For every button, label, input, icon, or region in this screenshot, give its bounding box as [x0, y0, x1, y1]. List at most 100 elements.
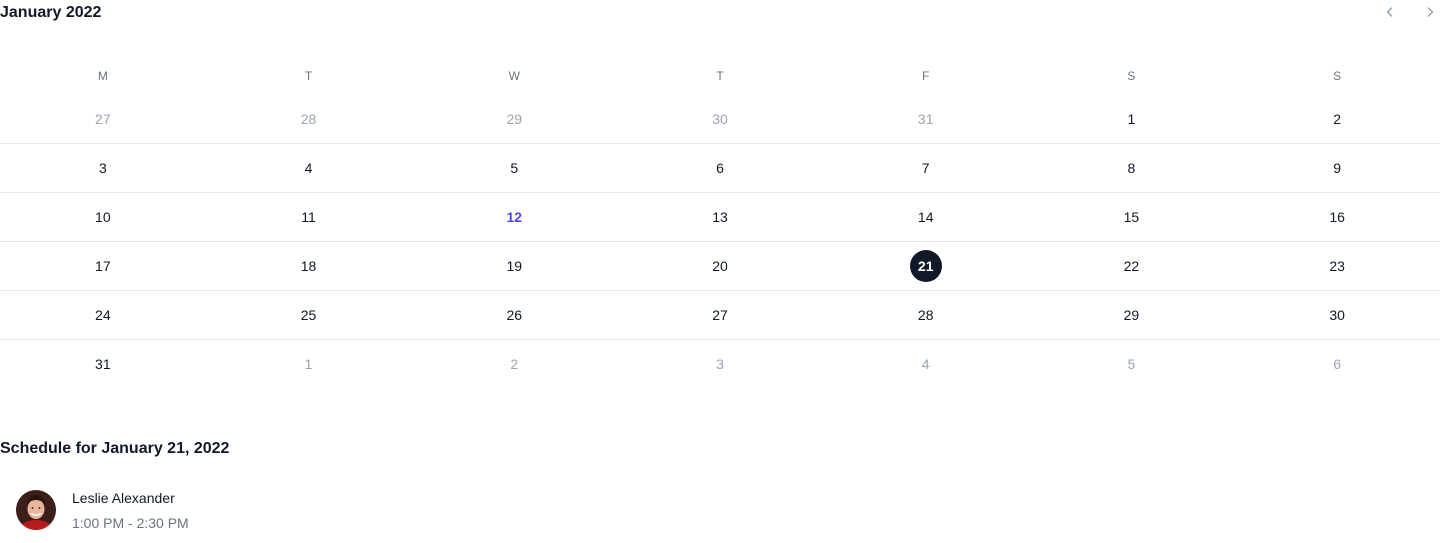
- calendar-day[interactable]: 27: [0, 95, 206, 143]
- day-number: 27: [712, 307, 728, 323]
- calendar-day[interactable]: 14: [823, 193, 1029, 241]
- meeting-time: 1:00 PM - 2:30 PM: [72, 515, 189, 531]
- day-number: 29: [1123, 307, 1140, 323]
- calendar-header: January 2022: [0, 0, 1440, 26]
- chevron-left-icon: [1386, 7, 1393, 17]
- calendar-day[interactable]: 3: [617, 340, 823, 388]
- calendar-day[interactable]: 29: [1029, 291, 1235, 339]
- calendar-day[interactable]: 28: [823, 291, 1029, 339]
- day-number: 11: [301, 209, 316, 225]
- calendar-day[interactable]: 6: [617, 144, 823, 192]
- calendar-day[interactable]: 2: [411, 340, 617, 388]
- day-number: 16: [1329, 209, 1345, 225]
- day-number: 26: [506, 307, 523, 323]
- calendar-day[interactable]: 25: [206, 291, 412, 339]
- weekday-label: W: [508, 69, 520, 83]
- day-number: 25: [300, 307, 317, 323]
- calendar-day[interactable]: 1: [1029, 95, 1235, 143]
- calendar-day[interactable]: 2: [1234, 95, 1440, 143]
- calendar-day[interactable]: 3: [0, 144, 206, 192]
- day-number: 28: [917, 307, 934, 323]
- schedule-title: Schedule for January 21, 2022: [0, 440, 230, 457]
- calendar-week-row: 17 18 19 20 21 22 23: [0, 241, 1440, 290]
- day-number: 30: [1329, 307, 1345, 323]
- calendar-day[interactable]: 4: [823, 340, 1029, 388]
- calendar-day[interactable]: 5: [411, 144, 617, 192]
- day-number: 19: [506, 258, 523, 274]
- weekday-label: T: [716, 69, 724, 83]
- next-month-button[interactable]: [1420, 2, 1440, 22]
- calendar-week-row: 31 1 2 3 4 5 6: [0, 339, 1440, 388]
- calendar-day[interactable]: 15: [1029, 193, 1235, 241]
- calendar-day[interactable]: 10: [0, 193, 206, 241]
- weekday-label: F: [922, 69, 930, 83]
- calendar-day[interactable]: 26: [411, 291, 617, 339]
- day-number: 17: [95, 258, 111, 274]
- calendar-day[interactable]: 23: [1234, 242, 1440, 290]
- calendar-day[interactable]: 1: [206, 340, 412, 388]
- previous-month-button[interactable]: [1380, 2, 1400, 22]
- day-number: 6: [1333, 356, 1342, 372]
- calendar-week-row: 27 28 29 30 31 1 2: [0, 95, 1440, 143]
- day-number: 1: [1127, 111, 1136, 127]
- calendar-grid: 27 28 29 30 31 1 2 3 4 5 6 7 8 9 10 11 12 13 14 15 16 17 18 19 2…: [0, 95, 1440, 388]
- calendar-day[interactable]: 24: [0, 291, 206, 339]
- calendar-day[interactable]: 5: [1029, 340, 1235, 388]
- day-number: 22: [1123, 258, 1140, 274]
- day-number: 31: [917, 111, 934, 127]
- day-number: 30: [712, 111, 728, 127]
- day-number: 6: [716, 160, 724, 176]
- calendar-day[interactable]: 16: [1234, 193, 1440, 241]
- weekday-label: M: [97, 69, 108, 83]
- day-number: 8: [1127, 160, 1136, 176]
- month-title: January 2022: [0, 4, 102, 21]
- weekday-label: S: [1127, 69, 1136, 83]
- calendar-day[interactable]: 22: [1029, 242, 1235, 290]
- weekday-label: S: [1333, 69, 1342, 83]
- calendar-day[interactable]: 28: [206, 95, 412, 143]
- day-number: 29: [506, 111, 523, 127]
- calendar-day[interactable]: 6: [1234, 340, 1440, 388]
- day-number: 12: [506, 209, 523, 225]
- calendar-day[interactable]: 31: [823, 95, 1029, 143]
- weekday-label: T: [304, 69, 313, 83]
- day-number: 2: [510, 356, 519, 372]
- calendar-day[interactable]: 4: [206, 144, 412, 192]
- chevron-right-icon: [1427, 7, 1434, 17]
- day-number: 5: [1127, 356, 1136, 372]
- calendar-day[interactable]: 13: [617, 193, 823, 241]
- weekday-header-row: M T W T F S S: [0, 66, 1440, 86]
- day-number: 18: [300, 258, 317, 274]
- calendar-day[interactable]: 31: [0, 340, 206, 388]
- calendar-day[interactable]: 18: [206, 242, 412, 290]
- day-number: 28: [300, 111, 317, 127]
- meeting-item[interactable]: Leslie Alexander 1:00 PM - 2:30 PM: [16, 487, 416, 537]
- calendar-day[interactable]: 27: [617, 291, 823, 339]
- calendar-day[interactable]: 19: [411, 242, 617, 290]
- calendar-day[interactable]: 7: [823, 144, 1029, 192]
- calendar-day[interactable]: 11: [206, 193, 412, 241]
- avatar: [16, 490, 56, 530]
- day-number: 20: [712, 258, 728, 274]
- meeting-attendee-name: Leslie Alexander: [72, 490, 175, 506]
- calendar-day[interactable]: 8: [1029, 144, 1235, 192]
- calendar-day-selected[interactable]: 21: [823, 242, 1029, 290]
- day-number: 14: [917, 209, 934, 225]
- calendar-week-row: 10 11 12 13 14 15 16: [0, 192, 1440, 241]
- calendar-week-row: 24 25 26 27 28 29 30: [0, 290, 1440, 339]
- calendar-day[interactable]: 9: [1234, 144, 1440, 192]
- day-number: 4: [921, 356, 930, 372]
- calendar-day[interactable]: 30: [1234, 291, 1440, 339]
- day-number: 27: [95, 111, 111, 127]
- calendar-week-row: 3 4 5 6 7 8 9: [0, 143, 1440, 192]
- day-number: 23: [1329, 258, 1345, 274]
- day-number: 2: [1333, 111, 1342, 127]
- day-number: 1: [304, 356, 313, 372]
- calendar-day[interactable]: 29: [411, 95, 617, 143]
- calendar-day-today[interactable]: 12: [411, 193, 617, 241]
- calendar-day[interactable]: 17: [0, 242, 206, 290]
- day-number: 15: [1123, 209, 1140, 225]
- calendar-day[interactable]: 20: [617, 242, 823, 290]
- calendar-day[interactable]: 30: [617, 95, 823, 143]
- day-number: 31: [95, 356, 111, 372]
